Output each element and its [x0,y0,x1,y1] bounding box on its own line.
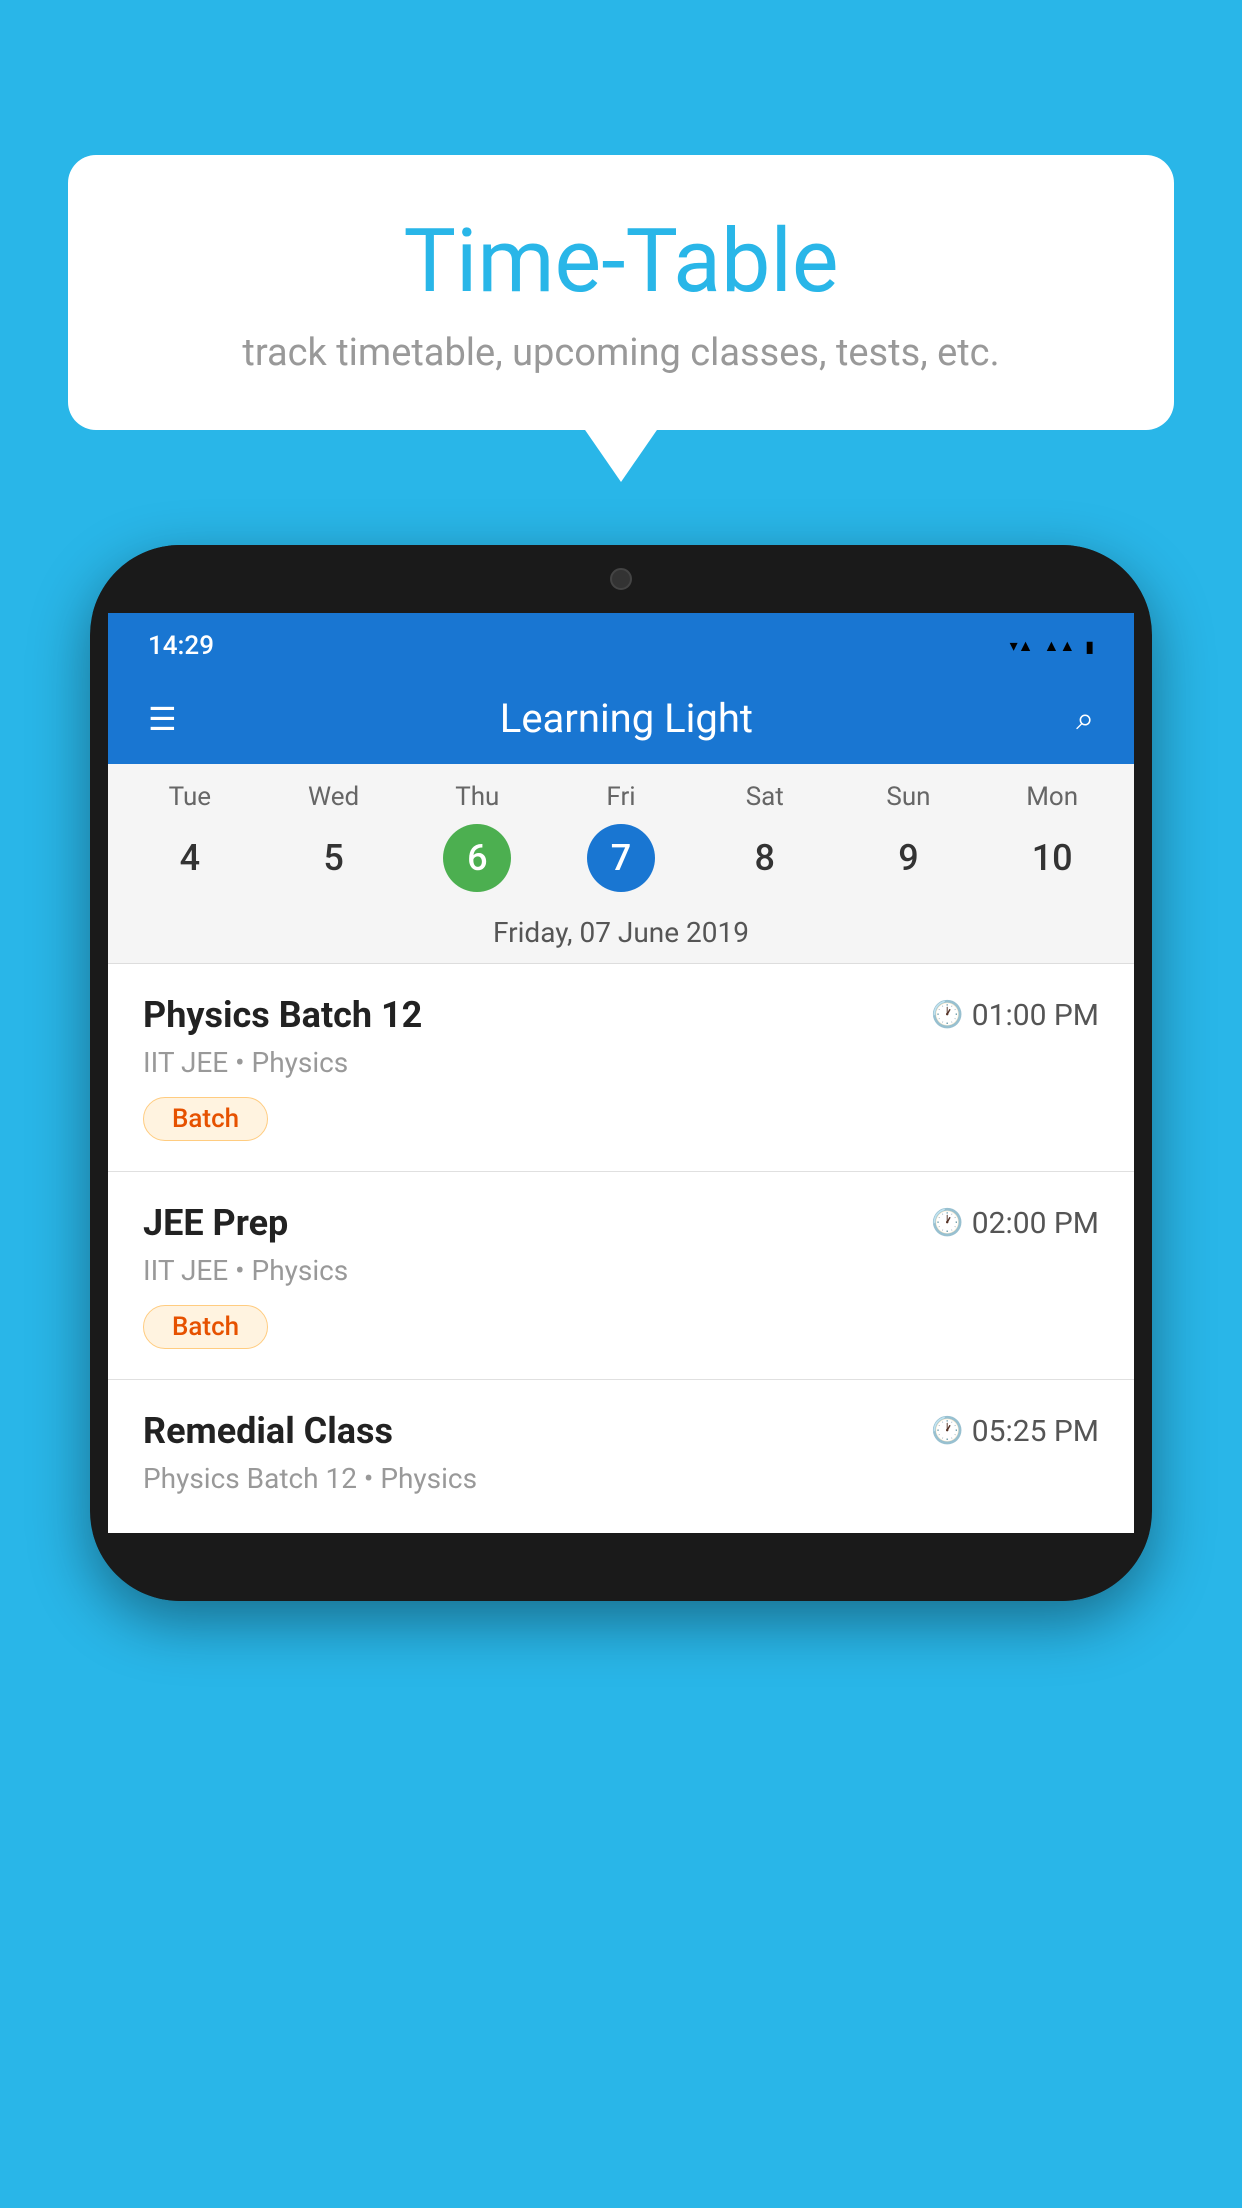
calendar-day-10[interactable]: Mon 10 [980,782,1124,892]
app-bar: ☰ Learning Light ⌕ [108,673,1134,764]
speech-bubble: Time-Table track timetable, upcoming cla… [68,155,1174,430]
day-label: Mon [1026,782,1078,812]
schedule-subtitle: IIT JEE • Physics [143,1254,1099,1287]
battery-icon: ▮ [1085,637,1094,656]
schedule-subtitle: IIT JEE • Physics [143,1046,1099,1079]
day-label: Tue [169,782,211,812]
phone-frame: 14:29 ▾▲ ▲▲ ▮ ☰ Learning Light ⌕ Tue 4 Wed… [90,545,1152,1601]
schedule-item-header: Physics Batch 12 🕐 01:00 PM [143,994,1099,1036]
clock-icon: 🕐 [931,1208,963,1238]
status-time: 14:29 [148,631,214,661]
calendar-section: Tue 4 Wed 5 Thu 6 Fri 7 Sat 8 Sun 9 Mon 10 Friday, 07… [108,764,1134,964]
day-number: 10 [1018,824,1086,892]
speech-bubble-subtitle: track timetable, upcoming classes, tests… [128,331,1114,375]
day-number: 7 [587,824,655,892]
day-label: Sun [886,782,930,812]
day-number: 9 [874,824,942,892]
speech-bubble-title: Time-Table [128,210,1114,313]
status-bar: 14:29 ▾▲ ▲▲ ▮ [108,613,1134,673]
calendar-day-5[interactable]: Wed 5 [262,782,406,892]
hamburger-menu-icon[interactable]: ☰ [148,700,177,738]
signal-icon: ▲▲ [1044,636,1076,656]
phone-bottom-bezel [90,1533,1152,1601]
search-icon[interactable]: ⌕ [1076,699,1094,738]
calendar-day-4[interactable]: Tue 4 [118,782,262,892]
schedule-item[interactable]: Remedial Class 🕐 05:25 PM Physics Batch 12… [108,1380,1134,1533]
batch-badge: Batch [143,1097,268,1141]
day-number: 4 [156,824,224,892]
current-date: Friday, 07 June 2019 [108,902,1134,964]
day-label: Thu [455,782,499,812]
wifi-icon: ▾▲ [1010,636,1034,656]
days-row: Tue 4 Wed 5 Thu 6 Fri 7 Sat 8 Sun 9 Mon 10 [108,764,1134,902]
clock-icon: 🕐 [931,1000,963,1030]
calendar-day-7[interactable]: Fri 7 [549,782,693,892]
status-icons: ▾▲ ▲▲ ▮ [1010,636,1094,656]
speech-bubble-container: Time-Table track timetable, upcoming cla… [68,155,1174,430]
schedule-time: 🕐 02:00 PM [931,1206,1099,1241]
schedule-title: Remedial Class [143,1410,393,1452]
phone-mockup: 14:29 ▾▲ ▲▲ ▮ ☰ Learning Light ⌕ Tue 4 Wed… [90,545,1152,1601]
schedule-subtitle: Physics Batch 12 • Physics [143,1462,1099,1495]
calendar-day-6[interactable]: Thu 6 [405,782,549,892]
schedule-item-header: Remedial Class 🕐 05:25 PM [143,1410,1099,1452]
schedule-item[interactable]: JEE Prep 🕐 02:00 PM IIT JEE • Physics Batch [108,1172,1134,1380]
day-label: Fri [606,782,635,812]
phone-screen: 14:29 ▾▲ ▲▲ ▮ ☰ Learning Light ⌕ Tue 4 Wed… [108,613,1134,1533]
schedule-item-header: JEE Prep 🕐 02:00 PM [143,1202,1099,1244]
schedule-time: 🕐 01:00 PM [931,998,1099,1033]
phone-camera [610,568,632,590]
schedule-title: JEE Prep [143,1202,288,1244]
day-label: Sat [746,782,784,812]
day-number: 8 [731,824,799,892]
schedule-list: Physics Batch 12 🕐 01:00 PM IIT JEE • Phys… [108,964,1134,1533]
calendar-day-9[interactable]: Sun 9 [837,782,981,892]
clock-icon: 🕐 [931,1416,963,1446]
calendar-day-8[interactable]: Sat 8 [693,782,837,892]
app-title: Learning Light [177,695,1076,742]
schedule-item[interactable]: Physics Batch 12 🕐 01:00 PM IIT JEE • Phys… [108,964,1134,1172]
day-number: 5 [300,824,368,892]
schedule-time: 🕐 05:25 PM [931,1414,1099,1449]
day-number: 6 [443,824,511,892]
phone-top-bezel [90,545,1152,613]
batch-badge: Batch [143,1305,268,1349]
day-label: Wed [308,782,359,812]
schedule-title: Physics Batch 12 [143,994,422,1036]
